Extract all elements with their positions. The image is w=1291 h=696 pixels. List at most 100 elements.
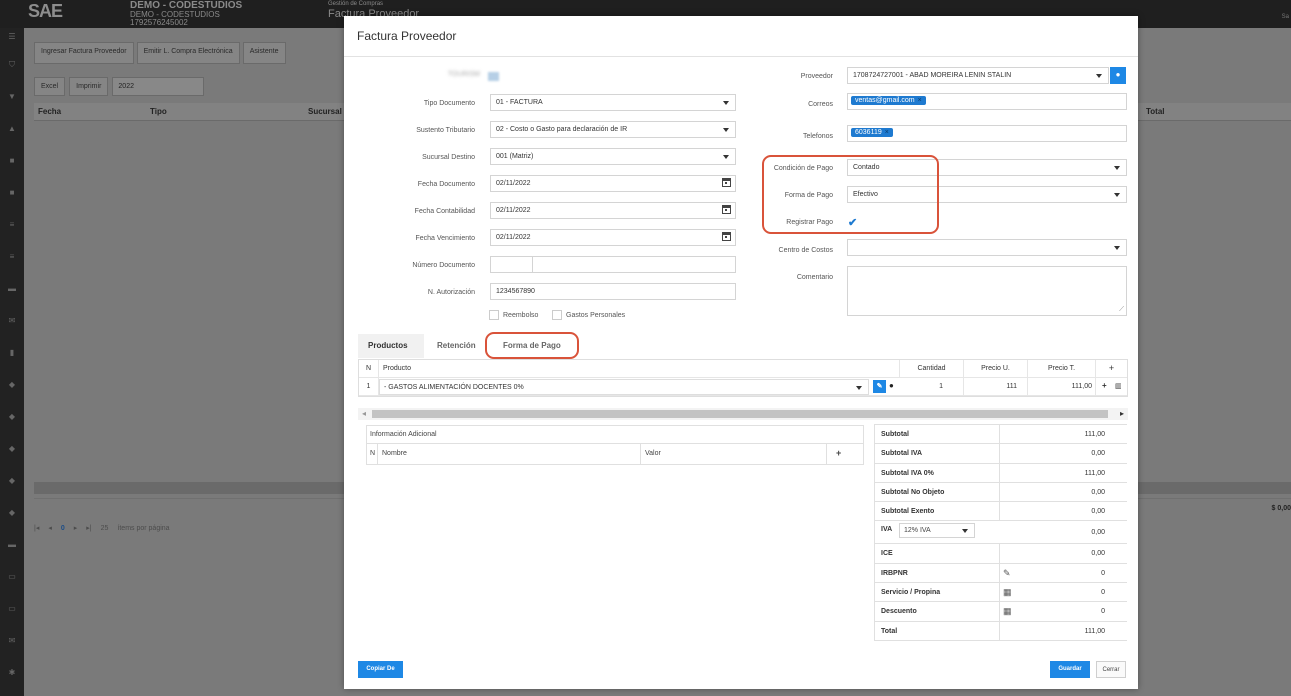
- list-icon[interactable]: ≡: [5, 252, 19, 261]
- producto-select[interactable]: - GASTOS ALIMENTACIÓN DOCENTES 0%: [379, 379, 869, 395]
- tipo-documento-select[interactable]: 01 - FACTURA: [490, 94, 736, 111]
- grad-icon[interactable]: ◆: [5, 444, 19, 453]
- cerrar-button[interactable]: Cerrar: [1096, 661, 1126, 678]
- imprimir-button[interactable]: Imprimir: [69, 77, 109, 96]
- cantidad-input[interactable]: 1: [900, 378, 964, 396]
- calendar-icon[interactable]: [722, 178, 731, 187]
- calendar-icon[interactable]: [722, 205, 731, 214]
- page-size-select[interactable]: 25: [101, 525, 109, 532]
- grad-icon[interactable]: ◆: [5, 380, 19, 389]
- correos-input[interactable]: ventas@gmail.com ×: [847, 93, 1127, 110]
- mail-icon[interactable]: ✉: [5, 316, 19, 325]
- tab-retencion[interactable]: Retención: [427, 334, 493, 358]
- numero-serie-input[interactable]: [490, 256, 533, 273]
- grad-icon[interactable]: ◆: [5, 476, 19, 485]
- edit-icon[interactable]: ✎: [873, 380, 886, 393]
- user-icon[interactable]: ●: [1110, 67, 1126, 84]
- next-page-icon[interactable]: ▸: [74, 524, 78, 532]
- tipo-documento-value: 01 - FACTURA: [496, 99, 543, 106]
- fecha-venc-input[interactable]: 02/11/2022: [490, 229, 736, 246]
- fecha-contable-input[interactable]: 02/11/2022: [490, 202, 736, 219]
- menu-icon[interactable]: ☰: [5, 32, 19, 41]
- sustento-select[interactable]: 02 - Costo o Gasto para declaración de I…: [490, 121, 736, 138]
- first-page-icon[interactable]: |◂: [34, 524, 39, 532]
- scroll-left-icon[interactable]: ◂: [362, 409, 366, 418]
- year-select[interactable]: 2022: [112, 77, 205, 96]
- trash-icon[interactable]: ▥: [1115, 382, 1122, 390]
- grad-icon[interactable]: ◆: [5, 412, 19, 421]
- info-add-button[interactable]: +: [836, 448, 841, 458]
- telefono-tag[interactable]: 6036119 ×: [851, 128, 893, 137]
- precio-u-input[interactable]: 111: [964, 378, 1028, 396]
- bank-icon[interactable]: ▬: [5, 540, 19, 549]
- remove-tag-icon[interactable]: ×: [885, 129, 889, 136]
- col-total[interactable]: Total: [1146, 107, 1165, 116]
- remove-tag-icon[interactable]: ×: [918, 97, 922, 104]
- fecha-documento-input[interactable]: 02/11/2022: [490, 175, 736, 192]
- total-label: Subtotal No Objeto: [881, 488, 945, 496]
- calendar-icon[interactable]: [722, 232, 731, 241]
- plus-icon[interactable]: +: [1102, 381, 1107, 390]
- users-icon[interactable]: ▲: [5, 124, 19, 133]
- mail-icon[interactable]: ✉: [5, 636, 19, 645]
- reembolso-checkbox[interactable]: [489, 310, 499, 320]
- company-ruc: 1792576245002: [130, 18, 188, 27]
- user-menu[interactable]: Sa: [1282, 14, 1289, 20]
- chevron-down-icon: [856, 386, 862, 390]
- total-value: 0,00: [1091, 508, 1105, 516]
- total-row-exento: Subtotal Exento 0,00: [875, 502, 1127, 522]
- resize-handle-icon[interactable]: ⟋: [1119, 306, 1124, 314]
- comentario-textarea[interactable]: ⟋: [847, 266, 1127, 316]
- calculator-icon[interactable]: ▦: [1003, 606, 1012, 617]
- tag-icon[interactable]: ■: [5, 156, 19, 165]
- folder-icon[interactable]: ▭: [5, 604, 19, 613]
- telefonos-input[interactable]: 6036119 ×: [847, 125, 1127, 142]
- list-icon[interactable]: ≡: [5, 220, 19, 229]
- centro-costos-select[interactable]: [847, 239, 1127, 256]
- add-row-button[interactable]: +: [1096, 360, 1127, 378]
- gastos-personales-checkbox[interactable]: [552, 310, 562, 320]
- current-page[interactable]: 0: [61, 525, 65, 532]
- company-info: DEMO - CODESTUDIOS DEMO - CODESTUDIOS 17…: [130, 0, 242, 27]
- total-value: 111,00: [1084, 469, 1105, 477]
- numero-doc-input[interactable]: [532, 256, 736, 273]
- grad-icon[interactable]: ◆: [5, 508, 19, 517]
- correo-tag[interactable]: ventas@gmail.com ×: [851, 96, 926, 105]
- scroll-thumb[interactable]: [372, 410, 1108, 418]
- cart-icon[interactable]: ▼: [5, 92, 19, 101]
- box-icon[interactable]: ■: [5, 188, 19, 197]
- gear-icon[interactable]: ✱: [5, 668, 19, 677]
- tab-productos[interactable]: Productos: [358, 334, 424, 358]
- folder-icon[interactable]: ▭: [5, 572, 19, 581]
- last-page-icon[interactable]: ▸|: [86, 524, 91, 532]
- pencil-icon[interactable]: ✎: [1003, 568, 1011, 579]
- col-sucursal[interactable]: Sucursal: [308, 107, 342, 116]
- shield-icon[interactable]: ⛉: [5, 60, 19, 70]
- emitir-liquidacion-button[interactable]: Emitir L. Compra Electrónica: [136, 42, 240, 64]
- doc-icon[interactable]: ▮: [5, 348, 19, 357]
- sucursal-select[interactable]: 001 (Matriz): [490, 148, 736, 165]
- iva-select[interactable]: 12% IVA: [899, 523, 975, 539]
- calculator-icon[interactable]: ▦: [1003, 587, 1012, 598]
- guardar-button[interactable]: Guardar: [1050, 661, 1090, 678]
- info-col-n: N: [370, 450, 376, 457]
- col-fecha[interactable]: Fecha: [38, 107, 61, 116]
- autorizacion-input[interactable]: 1234567890: [490, 283, 736, 300]
- prev-page-icon[interactable]: ◂: [48, 524, 52, 532]
- proveedor-select[interactable]: 1708724727001 - ABAD MOREIRA LENIN STALI…: [847, 67, 1109, 84]
- ingresar-factura-button[interactable]: Ingresar Factura Proveedor: [34, 42, 134, 64]
- bank-icon[interactable]: ▬: [5, 284, 19, 293]
- info-col-nombre: Nombre: [382, 450, 407, 457]
- asistente-button[interactable]: Asistente: [242, 42, 286, 64]
- copiar-de-button[interactable]: Copiar De: [358, 661, 403, 678]
- comment-icon[interactable]: ●: [889, 381, 894, 390]
- col-tipo[interactable]: Tipo: [150, 107, 167, 116]
- total-value: 0,00: [1091, 550, 1105, 558]
- col-n: N: [359, 360, 379, 378]
- scroll-right-icon[interactable]: ▸: [1120, 409, 1124, 418]
- products-scrollbar[interactable]: ◂ ▸: [358, 408, 1128, 420]
- total-label: Servicio / Propina: [881, 589, 941, 597]
- chevron-down-icon: [1096, 74, 1102, 78]
- correos-label: Correos: [808, 101, 833, 108]
- excel-button[interactable]: Excel: [34, 77, 66, 96]
